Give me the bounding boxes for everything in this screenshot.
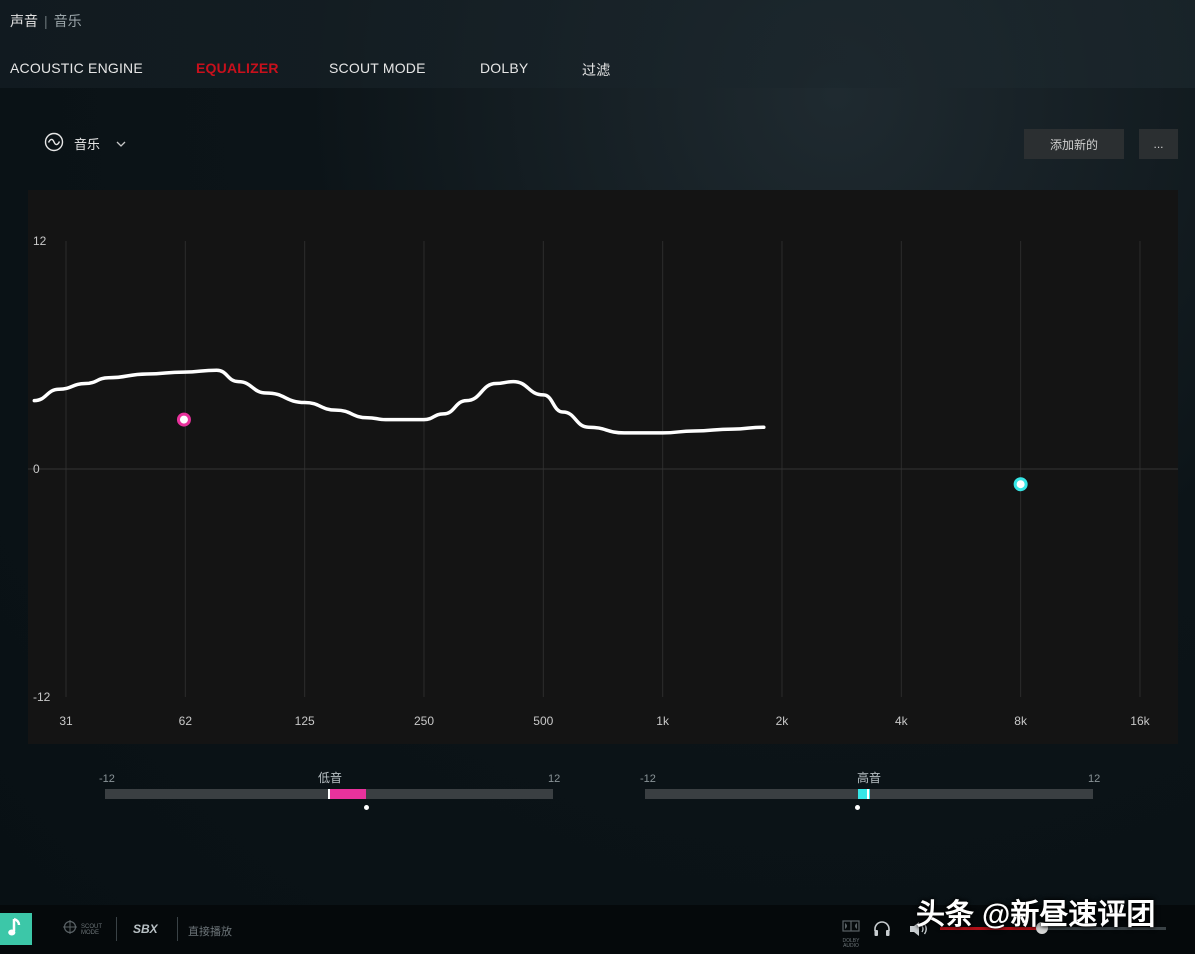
treble-slider-handle[interactable] bbox=[855, 805, 860, 810]
tab-dolby[interactable]: DOLBY bbox=[480, 60, 528, 76]
add-new-button[interactable]: 添加新的 bbox=[1024, 129, 1124, 159]
y-tick-label: 0 bbox=[33, 462, 40, 476]
tab-equalizer[interactable]: EQUALIZER bbox=[196, 60, 279, 76]
breadcrumb-separator: | bbox=[44, 13, 48, 29]
y-tick-label: -12 bbox=[33, 690, 51, 704]
x-tick-label: 125 bbox=[295, 714, 315, 728]
treble-label: 高音 bbox=[857, 771, 882, 785]
crosshair-icon bbox=[63, 920, 77, 939]
eq-curve bbox=[32, 368, 766, 435]
bass-min-label: -12 bbox=[99, 773, 115, 785]
x-tick-label: 8k bbox=[1014, 714, 1028, 728]
treble-max-label: 12 bbox=[1088, 773, 1101, 785]
x-tick-label: 4k bbox=[895, 714, 909, 728]
y-tick-label: 12 bbox=[33, 234, 47, 248]
equalizer-chart[interactable]: 12 0 -12 31 62 125 250 500 1k 2k 4k 8k 16k bbox=[28, 190, 1178, 744]
bass-label: 低音 bbox=[318, 771, 343, 785]
dolby-icon bbox=[842, 919, 860, 936]
waveform-icon bbox=[44, 132, 64, 155]
divider bbox=[177, 917, 178, 941]
scout-mode-label: SCOUT MODE bbox=[81, 923, 102, 936]
preset-name: 音乐 bbox=[74, 136, 101, 152]
music-note-icon bbox=[7, 916, 25, 943]
breadcrumb: 声音 | 音乐 bbox=[10, 11, 82, 31]
bass-max-label: 12 bbox=[548, 773, 561, 785]
more-options-button[interactable]: ... bbox=[1139, 129, 1178, 159]
x-tick-label: 31 bbox=[59, 714, 73, 728]
equalizer-graph: 12 0 -12 31 62 125 250 500 1k 2k 4k 8k 16k bbox=[28, 234, 1178, 728]
bass-slider-fill bbox=[329, 789, 367, 799]
music-mode-button[interactable] bbox=[0, 913, 32, 945]
scout-mode-toggle[interactable]: SCOUT MODE bbox=[63, 920, 111, 939]
treble-slider-center-marker bbox=[867, 789, 869, 799]
breadcrumb-parent[interactable]: 声音 bbox=[10, 13, 38, 29]
divider bbox=[116, 917, 117, 941]
tab-acoustic-engine[interactable]: ACOUSTIC ENGINE bbox=[10, 60, 143, 76]
x-tick-label: 250 bbox=[414, 714, 434, 728]
x-tick-label: 16k bbox=[1130, 714, 1150, 728]
treble-min-label: -12 bbox=[640, 773, 656, 785]
x-tick-label: 62 bbox=[179, 714, 193, 728]
x-tick-label: 2k bbox=[776, 714, 790, 728]
x-tick-label: 1k bbox=[656, 714, 670, 728]
direct-mode-toggle[interactable]: 直接播放 bbox=[188, 923, 232, 939]
chevron-down-icon bbox=[116, 136, 126, 151]
bass-slider-center-marker bbox=[328, 789, 330, 799]
dolby-audio-label: DOLBY AUDIO bbox=[842, 938, 860, 949]
tab-scout-mode[interactable]: SCOUT MODE bbox=[329, 60, 426, 76]
bass-control-point[interactable] bbox=[176, 412, 191, 427]
dolby-audio-toggle[interactable]: DOLBY AUDIO bbox=[842, 919, 860, 949]
sbx-toggle[interactable]: SBX bbox=[133, 922, 158, 936]
x-tick-label: 500 bbox=[533, 714, 553, 728]
preset-selector[interactable]: 音乐 bbox=[44, 132, 126, 154]
treble-control-point[interactable] bbox=[1013, 477, 1028, 492]
tab-filter[interactable]: 过滤 bbox=[582, 60, 610, 80]
breadcrumb-current: 音乐 bbox=[53, 13, 82, 29]
bass-slider-handle[interactable] bbox=[363, 805, 369, 810]
headphones-icon[interactable] bbox=[873, 920, 891, 943]
watermark: 头条 @新昼速评团 bbox=[916, 899, 1156, 931]
